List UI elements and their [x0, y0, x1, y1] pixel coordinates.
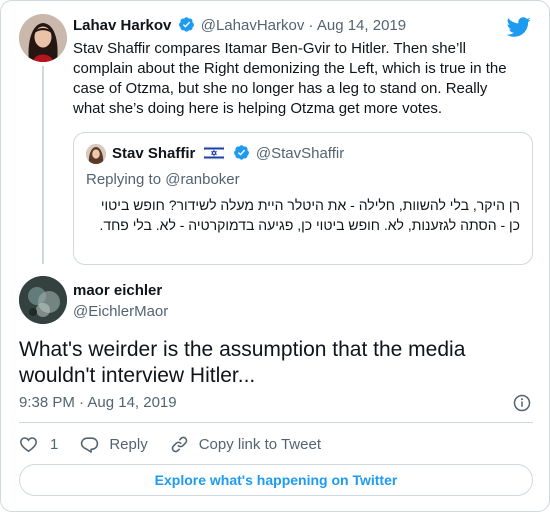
reply-icon [81, 436, 99, 453]
parent-tweet-header: Lahav Harkov @LahavHarkov · Aug 14, 2019 [73, 15, 406, 37]
copy-link-button[interactable]: Copy link to Tweet [170, 435, 321, 454]
quoted-author-name[interactable]: Stav Shaffir [112, 145, 195, 162]
divider [19, 422, 533, 423]
thread-line [42, 66, 44, 264]
twitter-bird-icon[interactable] [507, 15, 531, 39]
quoted-tweet-text: רן היקר, בלי להשוות, חלילה - את היטלר הי… [99, 197, 520, 233]
author-handle[interactable]: @EichlerMaor [73, 302, 168, 322]
explore-button[interactable]: Explore what's happening on Twitter [19, 464, 533, 496]
quoted-tweet[interactable]: Stav Shaffir @StavShaffir Replying to @r… [73, 132, 533, 265]
author-name[interactable]: Lahav Harkov [73, 17, 171, 34]
avatar-lahav-harkov[interactable] [19, 14, 67, 62]
main-tweet-text: What's weirder is the assumption that th… [19, 338, 466, 387]
parent-tweet-text: Stav Shaffir compares Itamar Ben-Gvir to… [73, 40, 507, 117]
verified-badge-icon [233, 145, 249, 160]
reply-button[interactable]: Reply [80, 435, 148, 454]
heart-icon [20, 436, 37, 452]
action-bar: 1 Reply Copy link to Tweet [19, 432, 343, 456]
avatar-image [19, 14, 67, 62]
avatar-image [86, 144, 106, 164]
verified-badge-icon [178, 17, 194, 32]
copy-link-label: Copy link to Tweet [198, 435, 321, 453]
like-count: 1 [50, 435, 59, 453]
avatar-maor-eichler[interactable] [19, 276, 67, 324]
quoted-tweet-header: Stav Shaffir @StavShaffir [112, 143, 344, 165]
replying-to: Replying to @ranboker [86, 171, 240, 188]
link-icon [171, 436, 188, 452]
avatar-stav-shaffir [86, 144, 106, 164]
reply-label: Reply [109, 435, 148, 453]
israel-flag-icon [203, 146, 224, 160]
author-name[interactable]: maor eichler [73, 281, 162, 301]
tweet-date[interactable]: Aug 14, 2019 [317, 17, 406, 34]
tweet-timestamp[interactable]: 9:38 PM · Aug 14, 2019 [19, 393, 177, 413]
avatar-image [19, 276, 67, 324]
quoted-author-handle[interactable]: @StavShaffir [256, 145, 344, 162]
tweet-embed-card: Lahav Harkov @LahavHarkov · Aug 14, 2019… [0, 0, 550, 512]
info-icon[interactable] [513, 394, 531, 412]
like-button[interactable]: 1 [19, 435, 58, 454]
separator-dot: · [308, 17, 314, 34]
author-handle[interactable]: @LahavHarkov [201, 17, 305, 34]
